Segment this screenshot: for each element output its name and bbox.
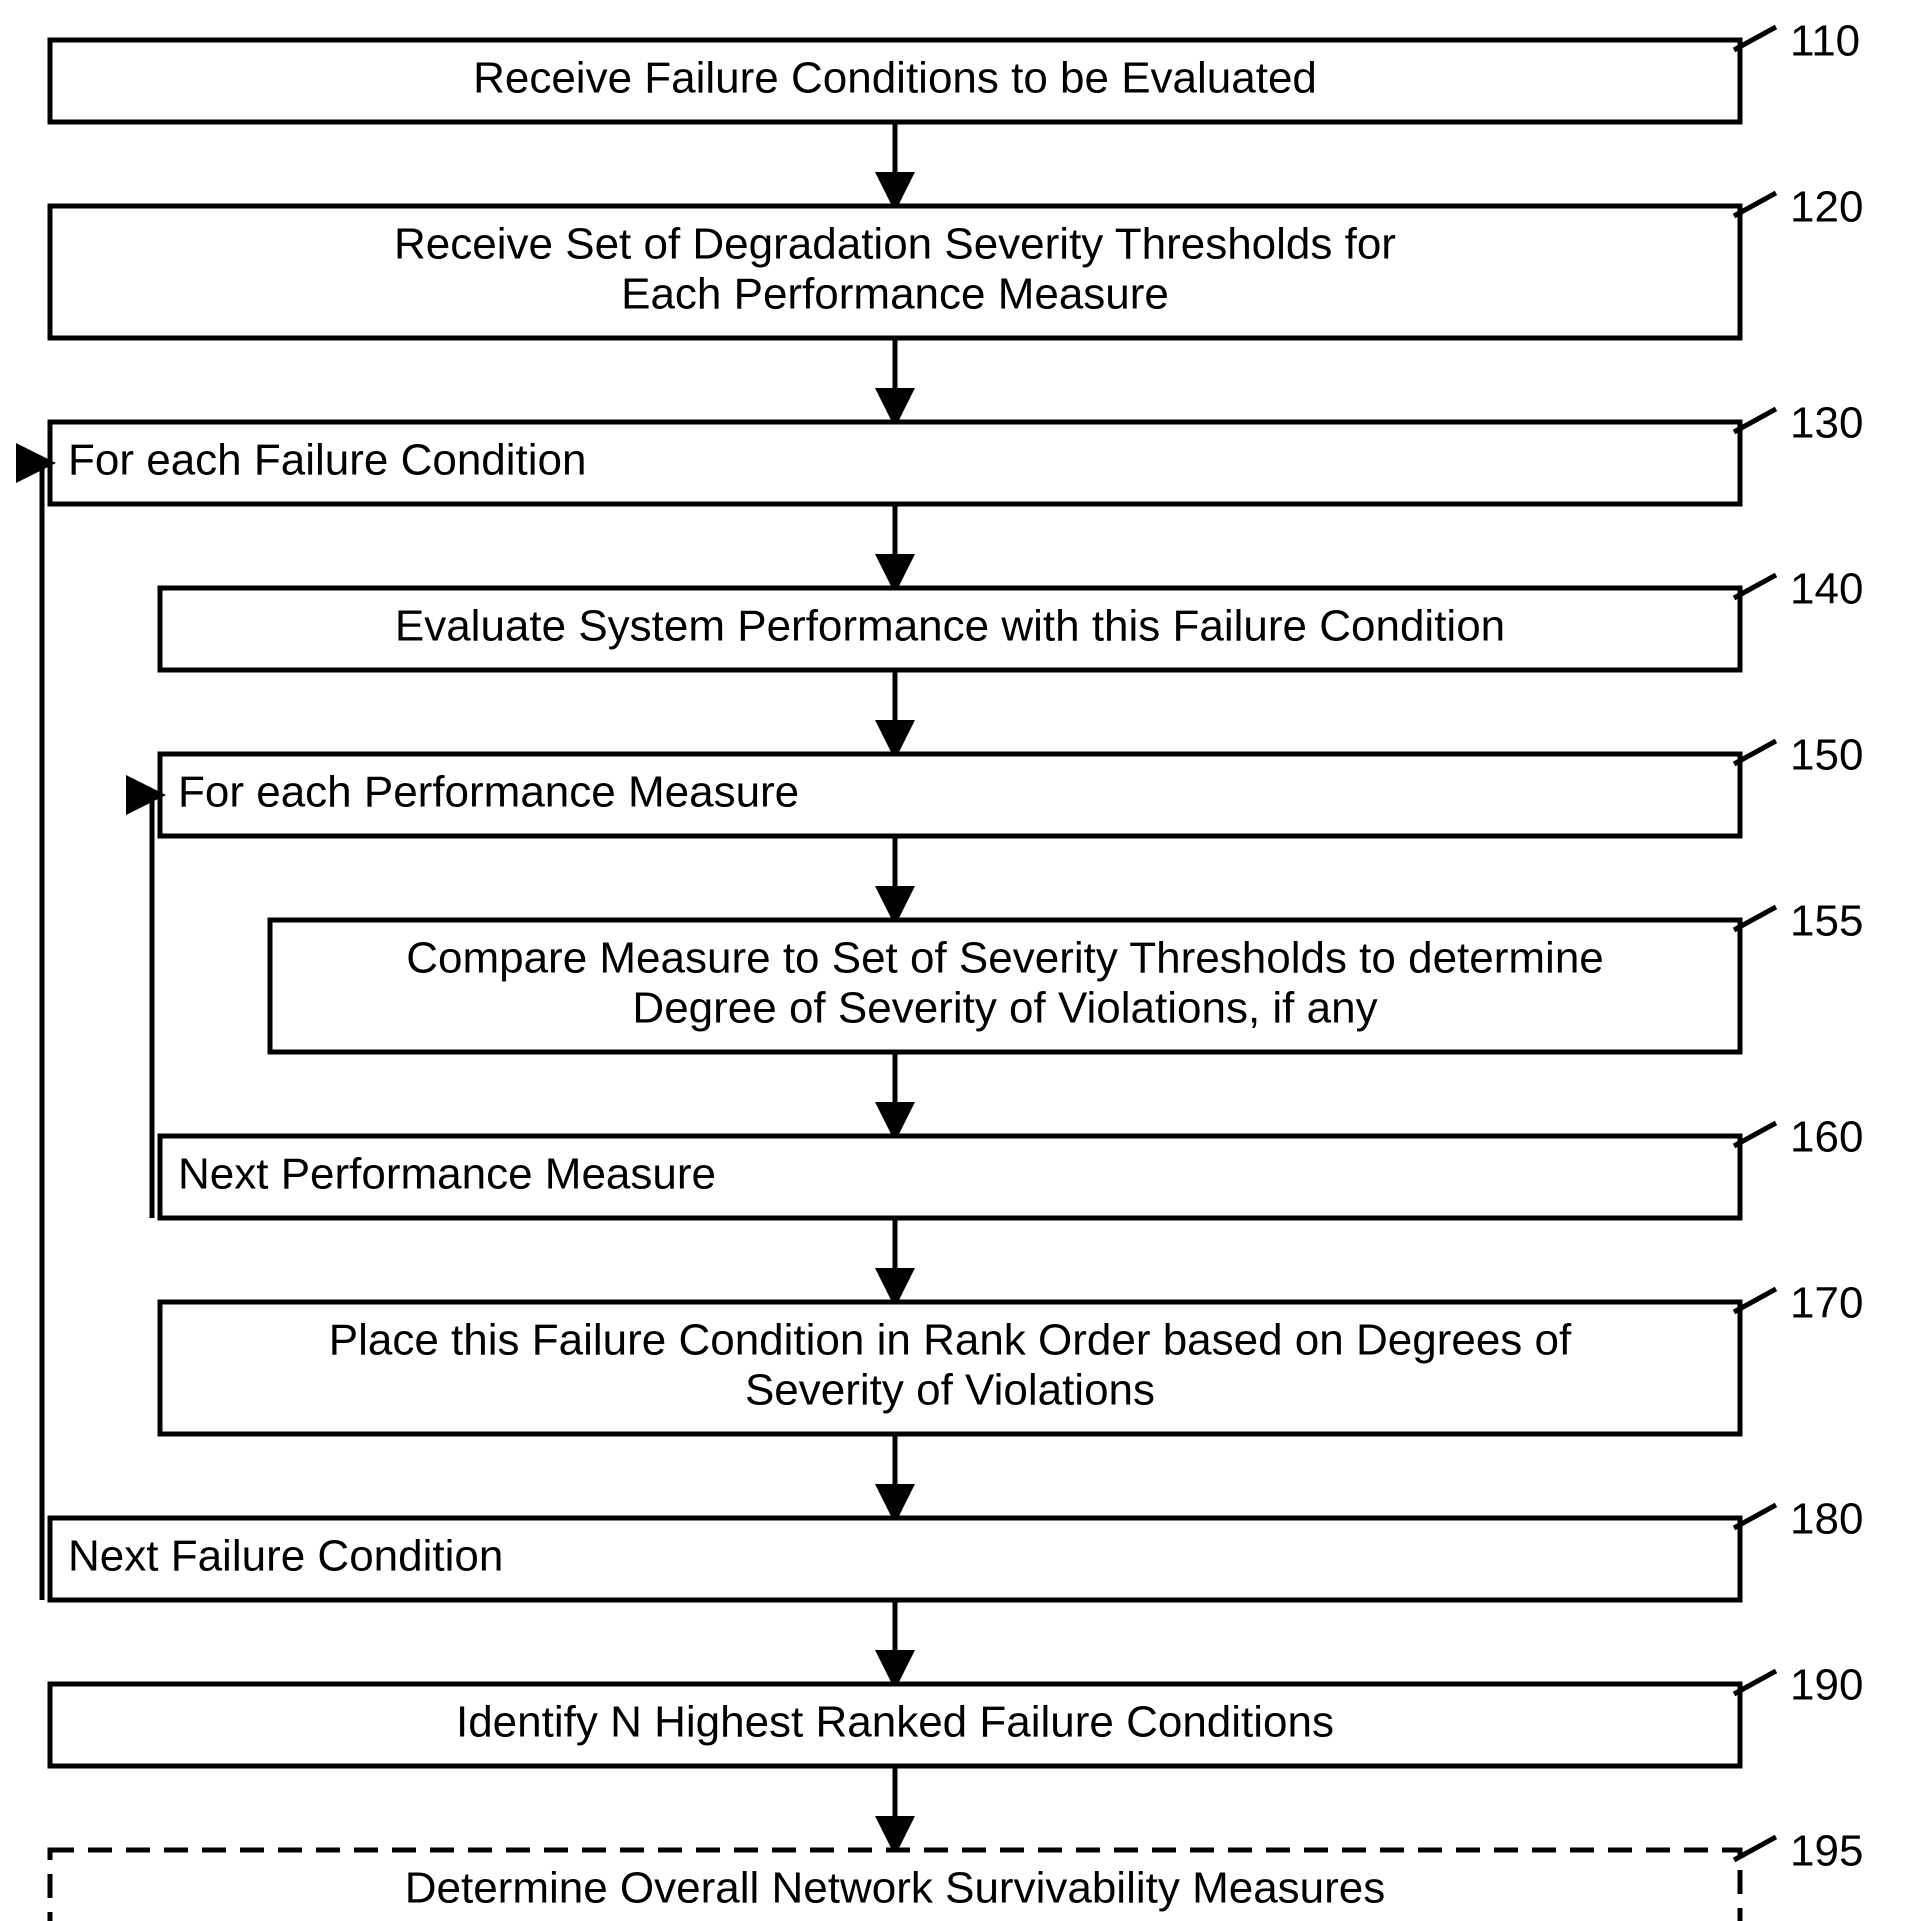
step-text-160-line0: Next Performance Measure [178, 1150, 716, 1199]
flowchart-canvas: Receive Failure Conditions to be Evaluat… [0, 0, 1915, 1921]
step-text-110-line0: Receive Failure Conditions to be Evaluat… [473, 54, 1317, 103]
step-text-150-line0: For each Performance Measure [178, 768, 799, 817]
step-text-130-line0: For each Failure Condition [68, 436, 586, 485]
step-text-120-line1: Each Performance Measure [621, 270, 1169, 319]
ref-label-180: 180 [1790, 1495, 1863, 1544]
ref-label-140: 140 [1790, 565, 1863, 614]
ref-label-170: 170 [1790, 1279, 1863, 1328]
step-text-155-line1: Degree of Severity of Violations, if any [632, 984, 1377, 1033]
ref-label-120: 120 [1790, 183, 1863, 232]
ref-label-150: 150 [1790, 731, 1863, 780]
step-text-170-line0: Place this Failure Condition in Rank Ord… [329, 1316, 1572, 1365]
loop-back-180-to-130 [42, 463, 46, 1600]
loop-back-160-to-150 [152, 795, 156, 1218]
step-text-140-line0: Evaluate System Performance with this Fa… [395, 602, 1505, 651]
ref-label-130: 130 [1790, 399, 1863, 448]
ref-label-155: 155 [1790, 897, 1863, 946]
ref-label-160: 160 [1790, 1113, 1863, 1162]
step-text-190-line0: Identify N Highest Ranked Failure Condit… [456, 1698, 1334, 1747]
ref-label-195: 195 [1790, 1827, 1863, 1876]
step-text-170-line1: Severity of Violations [745, 1366, 1155, 1415]
step-text-120-line0: Receive Set of Degradation Severity Thre… [394, 220, 1396, 269]
step-text-155-line0: Compare Measure to Set of Severity Thres… [406, 934, 1604, 983]
step-text-180-line0: Next Failure Condition [68, 1532, 503, 1581]
ref-label-110: 110 [1790, 17, 1860, 66]
step-text-195-line0: Determine Overall Network Survivability … [405, 1864, 1386, 1913]
ref-label-190: 190 [1790, 1661, 1863, 1710]
